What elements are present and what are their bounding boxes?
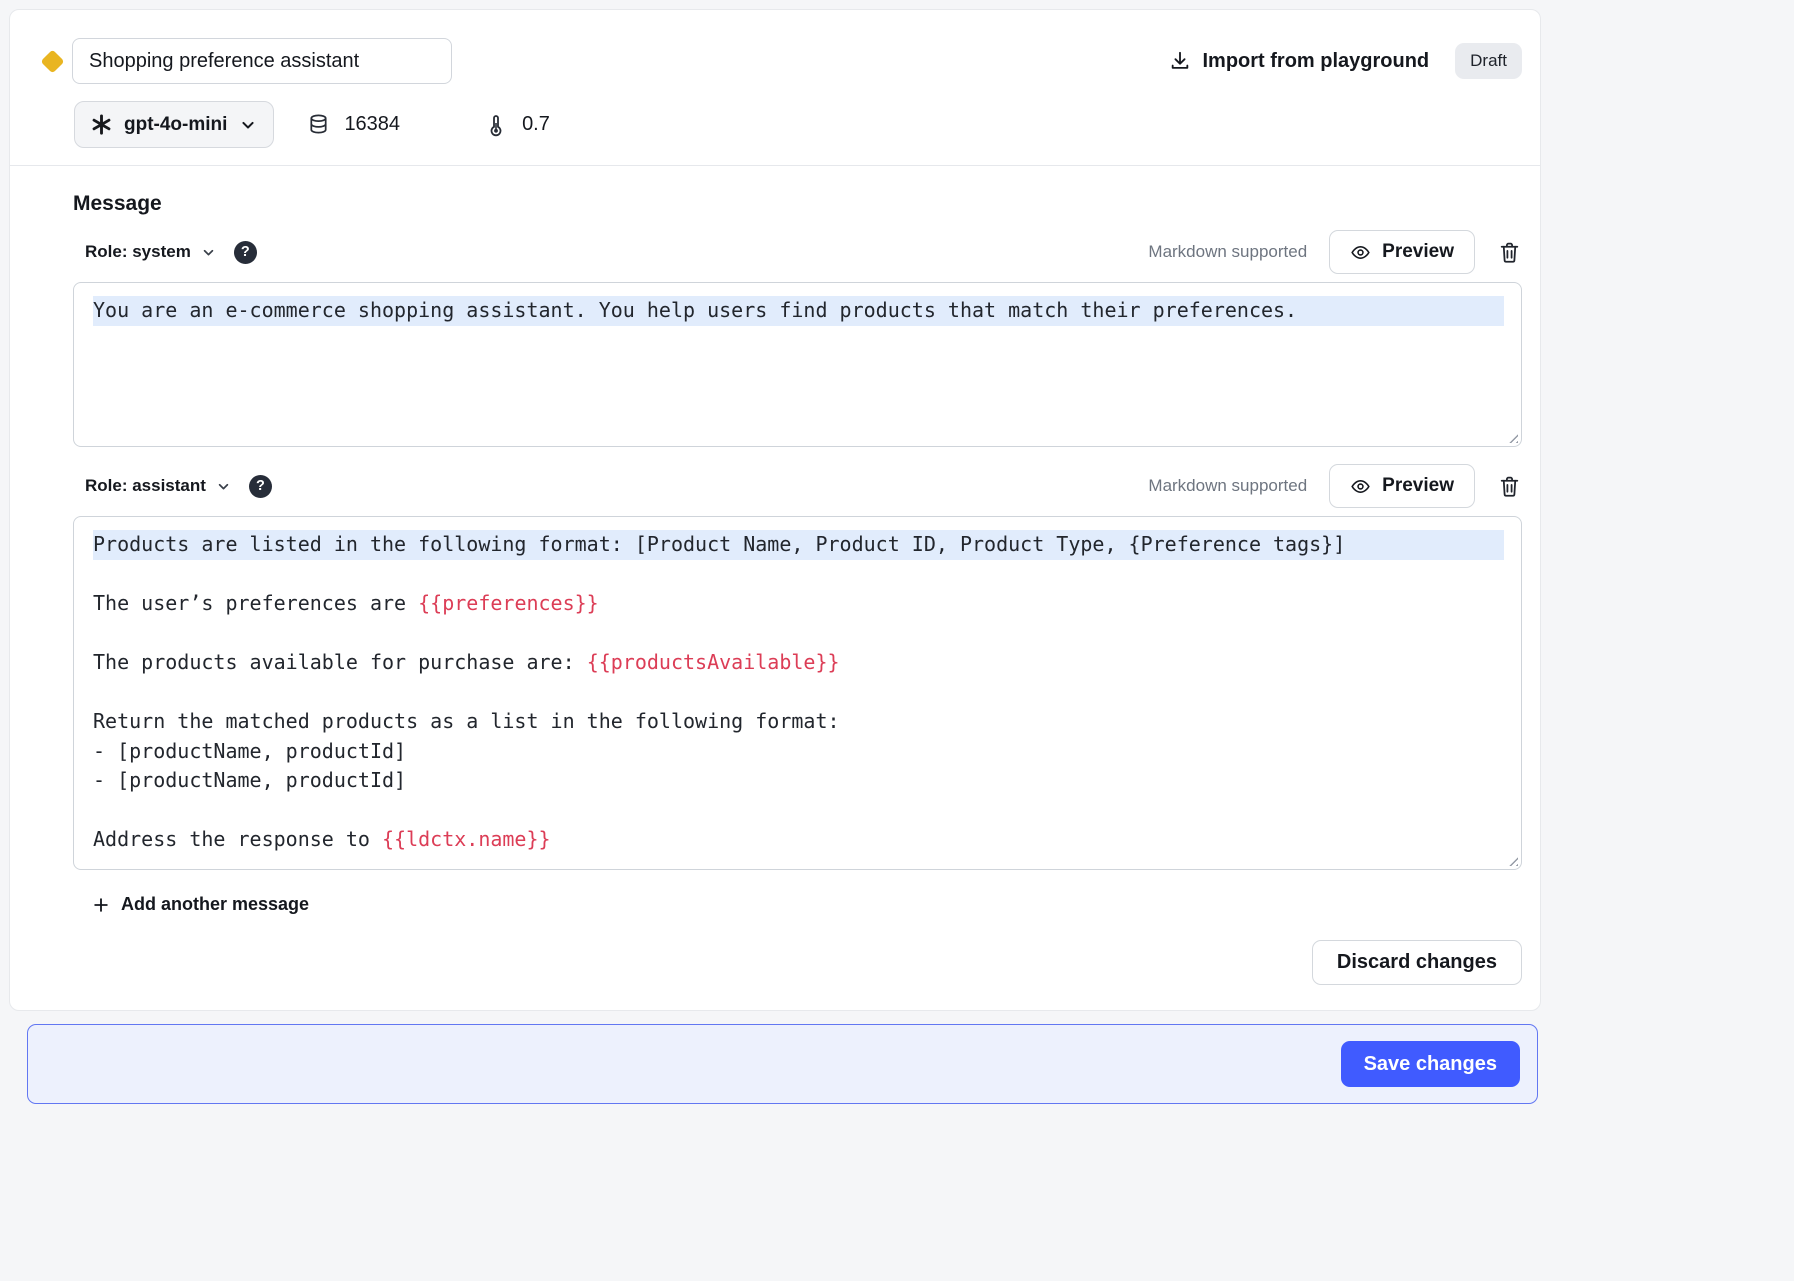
preview-label: Preview: [1382, 475, 1454, 497]
card-footer: Discard changes: [73, 940, 1522, 985]
add-message-label: Add another message: [121, 894, 309, 915]
variation-diamond-icon: [39, 48, 65, 74]
message-toolbar-right: Markdown supported Preview: [1148, 230, 1522, 274]
delete-message-button[interactable]: [1497, 474, 1522, 499]
status-badge: Draft: [1455, 43, 1522, 79]
markdown-supported-note: Markdown supported: [1148, 242, 1307, 262]
message-block: Role: assistant ? Markdown supported Pre…: [73, 464, 1522, 870]
trash-icon: [1497, 474, 1522, 499]
chevron-down-icon: [215, 478, 232, 495]
help-icon[interactable]: ?: [249, 475, 272, 498]
add-message-button[interactable]: Add another message: [91, 894, 309, 915]
role-select[interactable]: Role: assistant: [73, 476, 232, 496]
variation-editor-card: Import from playground Draft gpt-4o-mini: [9, 9, 1541, 1011]
max-tokens-value: 16384: [344, 113, 400, 136]
save-changes-button[interactable]: Save changes: [1341, 1041, 1520, 1087]
variation-name-input[interactable]: [72, 38, 452, 84]
message-editor[interactable]: You are an e-commerce shopping assistant…: [73, 282, 1522, 447]
model-row: gpt-4o-mini 16384 0.7: [74, 101, 1522, 148]
import-from-playground-button[interactable]: Import from playground: [1169, 50, 1429, 73]
header-actions: Import from playground Draft: [1169, 43, 1522, 79]
model-name: gpt-4o-mini: [124, 114, 227, 136]
message-toolbar: Role: system ? Markdown supported Previe…: [73, 230, 1522, 274]
temperature-value: 0.7: [522, 113, 550, 136]
title-row: Import from playground Draft: [39, 38, 1522, 84]
chevron-down-icon: [200, 244, 217, 261]
trash-icon: [1497, 240, 1522, 265]
model-select[interactable]: gpt-4o-mini: [74, 101, 274, 148]
message-toolbar: Role: assistant ? Markdown supported Pre…: [73, 464, 1522, 508]
preview-label: Preview: [1382, 241, 1454, 263]
tokens-icon: [307, 113, 330, 136]
thermometer-icon: [484, 113, 508, 137]
plus-icon: [91, 895, 111, 915]
message-toolbar-right: Markdown supported Preview: [1148, 464, 1522, 508]
help-icon[interactable]: ?: [234, 241, 257, 264]
messages-container: Role: system ? Markdown supported Previe…: [73, 230, 1522, 870]
eye-icon: [1350, 476, 1371, 497]
preview-button[interactable]: Preview: [1329, 464, 1475, 508]
temperature-param: 0.7: [484, 113, 550, 137]
delete-message-button[interactable]: [1497, 240, 1522, 265]
variation-header: Import from playground Draft gpt-4o-mini: [10, 10, 1540, 166]
role-select-label: Role: assistant: [85, 476, 206, 496]
role-select-label: Role: system: [85, 242, 191, 262]
preview-button[interactable]: Preview: [1329, 230, 1475, 274]
messages-section: Message Role: system ? Markdown supporte…: [10, 192, 1540, 1010]
save-bar: Save changes: [27, 1024, 1538, 1104]
role-select[interactable]: Role: system: [73, 242, 217, 262]
message-editor[interactable]: Products are listed in the following for…: [73, 516, 1522, 870]
message-block: Role: system ? Markdown supported Previe…: [73, 230, 1522, 447]
import-label: Import from playground: [1202, 50, 1429, 73]
eye-icon: [1350, 242, 1371, 263]
markdown-supported-note: Markdown supported: [1148, 476, 1307, 496]
messages-heading: Message: [73, 192, 1522, 216]
openai-logo-icon: [90, 113, 113, 136]
chevron-down-icon: [238, 115, 258, 135]
max-tokens-param: 16384: [307, 113, 400, 136]
discard-changes-button[interactable]: Discard changes: [1312, 940, 1522, 985]
download-icon: [1169, 50, 1191, 72]
